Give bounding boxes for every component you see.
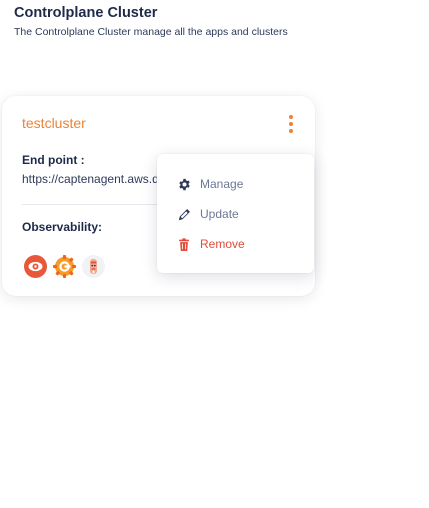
- cluster-name[interactable]: testcluster: [22, 114, 86, 132]
- page: Controlplane Cluster The Controlplane Cl…: [0, 0, 429, 508]
- gear-icon: [177, 177, 191, 191]
- divider: [22, 204, 162, 205]
- prometheus-icon[interactable]: [24, 255, 47, 278]
- trash-icon: [177, 237, 191, 251]
- menu-item-manage[interactable]: Manage: [177, 175, 243, 193]
- menu-item-label: Remove: [200, 237, 245, 251]
- page-title: Controlplane Cluster: [14, 5, 158, 21]
- pencil-icon: [177, 207, 191, 221]
- observability-icons: [24, 255, 105, 278]
- kebab-dot: [289, 129, 293, 133]
- signoz-icon[interactable]: [82, 255, 105, 278]
- menu-item-remove[interactable]: Remove: [177, 235, 245, 253]
- page-subtitle: The Controlplane Cluster manage all the …: [14, 26, 288, 38]
- endpoint-label: End point :: [22, 153, 85, 167]
- kebab-dot: [289, 122, 293, 126]
- kebab-dot: [289, 115, 293, 119]
- menu-item-label: Manage: [200, 177, 244, 191]
- grafana-icon[interactable]: [53, 255, 76, 278]
- menu-item-update[interactable]: Update: [177, 205, 239, 223]
- endpoint-value: https://captenagent.aws.dev.optimizor.ap…: [22, 172, 162, 186]
- menu-item-label: Update: [200, 207, 239, 221]
- more-options-icon[interactable]: [286, 115, 296, 133]
- observability-label: Observability:: [22, 220, 103, 234]
- context-menu: Manage Update Remove: [157, 154, 314, 273]
- page-header: Controlplane Cluster The Controlplane Cl…: [14, 4, 288, 39]
